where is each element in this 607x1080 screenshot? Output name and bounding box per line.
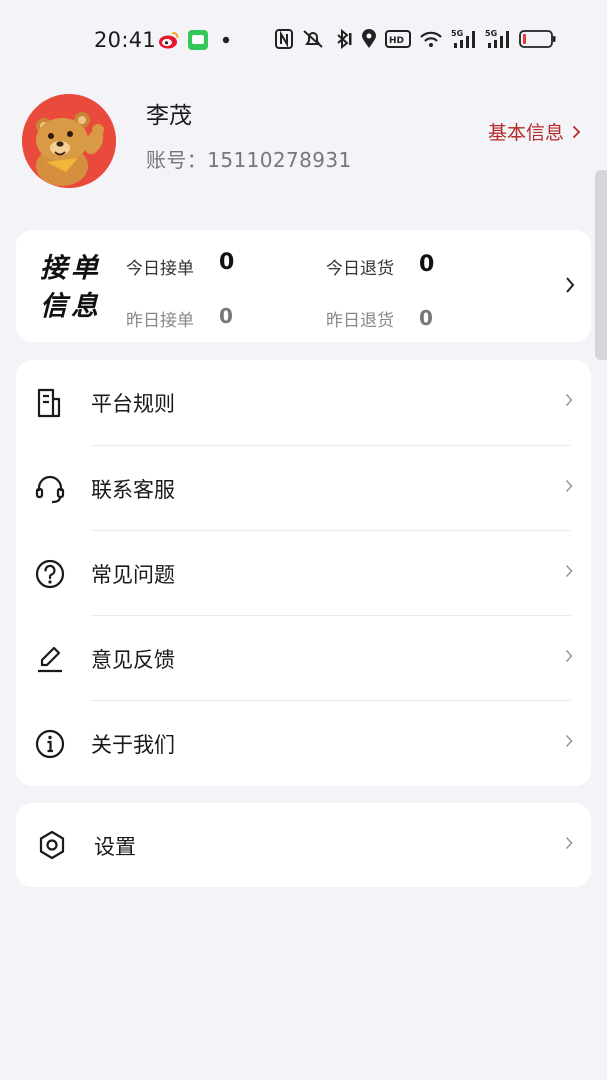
order-info-title: 接单 信息: [40, 250, 102, 326]
battery-icon: [519, 29, 557, 49]
settings-card: 设置: [16, 803, 591, 887]
chevron-right-icon: [566, 277, 575, 293]
chevron-right-icon: [565, 734, 573, 748]
order-info-title-line1: 接单: [40, 253, 102, 284]
account-number: 15110278931: [207, 148, 352, 172]
info-icon: [35, 729, 65, 759]
yesterday-orders-value: 0: [219, 304, 233, 328]
signal-5g-1-icon: 5G: [451, 28, 477, 50]
menu-item-platform-rules[interactable]: 平台规则: [16, 360, 591, 445]
bear-mascot-icon: [22, 94, 116, 188]
status-notification-icons: [158, 30, 232, 50]
signal-5g-2-label: 5G: [485, 29, 497, 38]
menu-item-label: 关于我们: [91, 733, 175, 757]
settings-label: 设置: [94, 835, 136, 859]
mute-icon: [301, 29, 325, 49]
profile-header: 李茂 账号：15110278931 基本信息: [0, 92, 607, 192]
user-name: 李茂: [146, 103, 192, 129]
hexagon-settings-icon: [39, 830, 65, 860]
yesterday-orders-label: 昨日接单: [126, 311, 194, 331]
menu-item-contact-support[interactable]: 联系客服: [16, 446, 591, 531]
status-time: 20:41: [94, 28, 157, 52]
yesterday-returns-label: 昨日退货: [326, 311, 394, 331]
chevron-right-icon: [572, 125, 581, 138]
menu-card: 平台规则 联系客服 常见问题 意见反馈 关于我们: [16, 360, 591, 786]
nfc-icon: [275, 29, 293, 49]
hd-label: HD: [389, 36, 404, 46]
hd-voice-icon: HD: [385, 29, 411, 49]
menu-item-label: 平台规则: [91, 392, 175, 416]
order-info-card[interactable]: 接单 信息 今日接单 0 今日退货 0 昨日接单 0 昨日退货 0: [16, 230, 591, 342]
today-returns-label: 今日退货: [326, 259, 394, 279]
scrollbar-thumb[interactable]: [595, 170, 607, 360]
more-notifications-dot-icon: [216, 30, 232, 50]
menu-item-settings[interactable]: 设置: [16, 803, 591, 887]
account-row: 账号：15110278931: [146, 144, 352, 173]
location-icon: [361, 29, 377, 49]
today-returns-value: 0: [419, 252, 435, 277]
yesterday-returns-value: 0: [419, 306, 433, 330]
bluetooth-icon: [333, 29, 353, 49]
message-app-icon: [188, 30, 208, 50]
chevron-right-icon: [565, 564, 573, 578]
weibo-icon: [158, 30, 180, 50]
menu-item-label: 联系客服: [91, 478, 175, 502]
today-orders-label: 今日接单: [126, 259, 194, 279]
question-icon: [35, 559, 65, 589]
menu-item-feedback[interactable]: 意见反馈: [16, 616, 591, 701]
menu-item-label: 意见反馈: [91, 648, 175, 672]
basic-info-link[interactable]: 基本信息: [488, 118, 581, 145]
menu-item-label: 常见问题: [91, 563, 175, 587]
document-icon: [37, 388, 61, 418]
chevron-right-icon: [565, 393, 573, 407]
avatar[interactable]: [22, 94, 116, 188]
account-label: 账号：: [146, 148, 208, 172]
headset-icon: [35, 475, 65, 504]
signal-5g-1-label: 5G: [451, 29, 463, 38]
basic-info-label: 基本信息: [487, 122, 564, 144]
status-bar: 20:41 HD 5G 5G: [0, 0, 607, 82]
status-system-icons: HD 5G 5G: [275, 28, 557, 50]
chevron-right-icon: [565, 479, 573, 493]
order-info-title-line2: 信息: [40, 291, 102, 322]
wifi-icon: [419, 29, 443, 49]
chevron-right-icon: [565, 836, 573, 850]
signal-5g-2-icon: 5G: [485, 28, 511, 50]
menu-item-faq[interactable]: 常见问题: [16, 531, 591, 616]
edit-icon: [38, 646, 62, 673]
chevron-right-icon: [565, 649, 573, 663]
menu-item-about-us[interactable]: 关于我们: [16, 701, 591, 786]
today-orders-value: 0: [219, 250, 235, 275]
